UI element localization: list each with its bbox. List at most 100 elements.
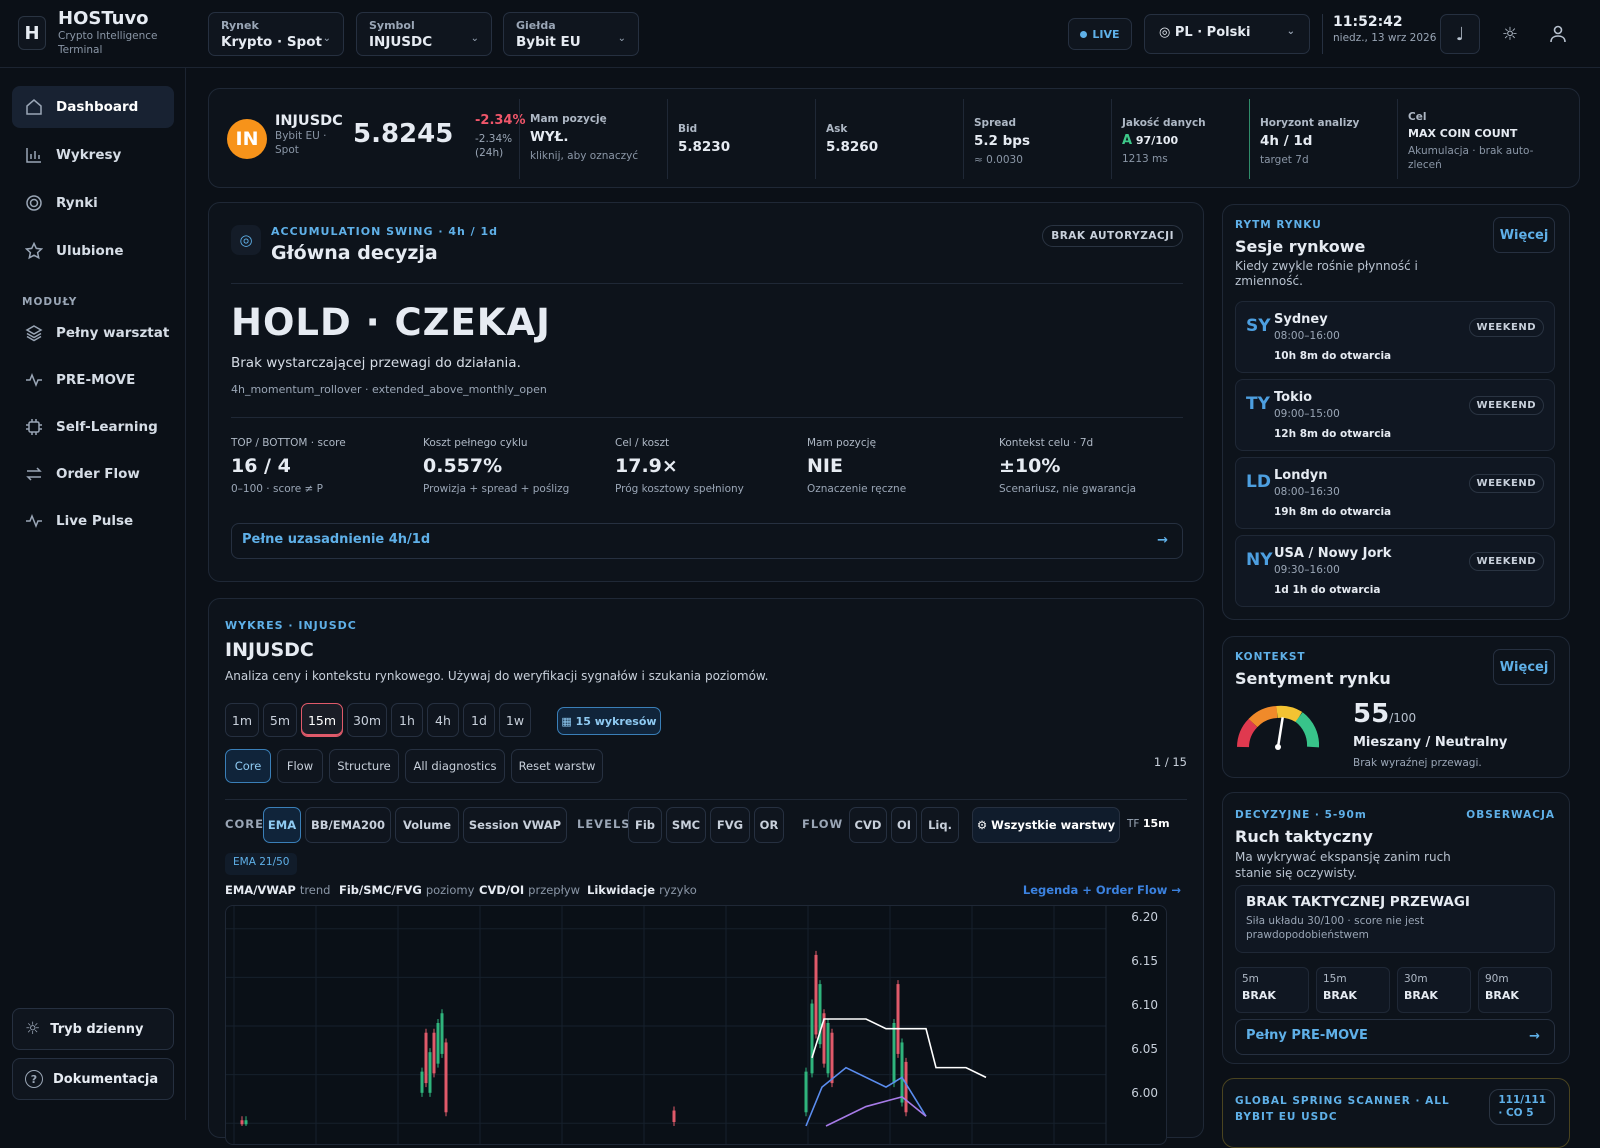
full-pre-move-link[interactable]: Pełny PRE-MOVE → <box>1235 1019 1555 1055</box>
metric-sub: Scenariusz, nie gwarancja <box>999 483 1137 495</box>
sidebar-item-self-learning[interactable]: Self-Learning <box>12 406 174 448</box>
layer-group-levels: LEVELS <box>577 817 631 831</box>
layer-button-liq-[interactable]: Liq. <box>921 807 959 843</box>
layer-button-session-vwap[interactable]: Session VWAP <box>463 807 567 843</box>
tf-button-30m[interactable]: 30m <box>347 703 387 737</box>
tf-button-5m[interactable]: 5m <box>263 703 297 737</box>
language-select[interactable]: ◎ PL · Polski ⌄ <box>1144 14 1310 54</box>
day-mode-button[interactable]: ☼ Tryb dzienny <box>12 1008 174 1050</box>
chart-kicker: WYKRES · INJUSDC <box>225 619 357 632</box>
cell-value: MAX COIN COUNT <box>1408 127 1518 140</box>
cell-sub: ≈ 0.0030 <box>974 154 1023 166</box>
all-layers-button[interactable]: ⚙ Wszystkie warstwy <box>972 807 1120 843</box>
theme-button[interactable]: ☼ <box>1490 14 1530 54</box>
scanner-sub: BYBIT EU USDC <box>1235 1111 1338 1123</box>
tf-label: 5m <box>1242 973 1259 985</box>
charts-count-button[interactable]: ▦ 15 wykresów <box>557 707 661 735</box>
tf-indicator: TF 15m <box>1127 817 1170 830</box>
layer-button-fib[interactable]: Fib <box>628 807 662 843</box>
candle-body <box>428 1052 432 1093</box>
tf-label: 30m <box>1404 973 1428 985</box>
documentation-button[interactable]: ? Dokumentacja <box>12 1058 174 1100</box>
user-icon <box>1550 25 1566 43</box>
preset-button-all-diagnostics[interactable]: All diagnostics <box>405 749 505 783</box>
layer-button-smc[interactable]: SMC <box>666 807 706 843</box>
sidebar-item-live-pulse[interactable]: Live Pulse <box>12 500 174 542</box>
preset-button-core[interactable]: Core <box>225 749 271 783</box>
legend-orderflow-link[interactable]: Legenda + Order Flow → <box>1023 883 1181 897</box>
layer-button-volume[interactable]: Volume <box>395 807 459 843</box>
sidebar-item-dashboard[interactable]: Dashboard <box>12 86 174 128</box>
metric-sub: Oznaczenie ręczne <box>807 483 907 495</box>
sentiment-more-button[interactable]: Więcej <box>1493 649 1555 685</box>
layer-button-or[interactable]: OR <box>754 807 784 843</box>
metric-sub: Prowizja + spread + poślizg <box>423 483 570 495</box>
candle-body <box>804 1071 808 1113</box>
quality-grade: A <box>1122 133 1133 148</box>
tf-button-1m[interactable]: 1m <box>225 703 259 737</box>
market-select[interactable]: Rynek Krypto · Spot ⌄ <box>208 12 344 56</box>
exchange-select[interactable]: Giełda Bybit EU ⌄ <box>503 12 639 56</box>
sidebar-item-ulubione[interactable]: Ulubione <box>12 230 174 272</box>
divider <box>225 799 1187 800</box>
user-button[interactable] <box>1538 14 1578 54</box>
music-note-icon: ♩ <box>1455 23 1465 45</box>
sun-icon: ☼ <box>1501 23 1519 45</box>
preset-button-reset-warstw[interactable]: Reset warstw <box>511 749 603 783</box>
candle-body <box>436 1023 440 1064</box>
y-tick-label: 6.20 <box>1131 910 1158 924</box>
documentation-label: Dokumentacja <box>53 1071 159 1087</box>
symbol-select[interactable]: Symbol INJUSDC ⌄ <box>356 12 492 56</box>
legend-desc: trend <box>299 883 331 897</box>
tf-button-1d[interactable]: 1d <box>463 703 495 737</box>
position-toggle[interactable]: Mam pozycję WYŁ. kliknij, aby oznaczyć <box>519 99 667 179</box>
layer-button-cvd[interactable]: CVD <box>849 807 887 843</box>
sentiment-card: KONTEKST Sentyment rynku Więcej 55/100 M… <box>1222 636 1570 778</box>
tactical-tf-5m: 5m BRAK <box>1235 967 1309 1013</box>
session-opens-in: 12h 8m do otwarcia <box>1274 428 1392 440</box>
tf-button-4h[interactable]: 4h <box>427 703 459 737</box>
tf-button-1w[interactable]: 1w <box>499 703 531 737</box>
sessions-more-button[interactable]: Więcej <box>1493 217 1555 253</box>
sidebar-item-pelny-warsztat[interactable]: Pełny warsztat <box>12 312 174 354</box>
metric-score: TOP / BOTTOM · score 16 / 4 0–100 · score … <box>231 437 411 495</box>
metric-target-cost: Cel / koszt 17.9× Próg kosztowy spełniony <box>615 437 795 495</box>
layer-button-oi[interactable]: OI <box>891 807 917 843</box>
tactical-status-box: BRAK TAKTYCZNEJ PRZEWAGI Siła układu 30/… <box>1235 885 1555 953</box>
layer-button-bb-ema200[interactable]: BB/EMA200 <box>305 807 391 843</box>
sidebar-item-wykresy[interactable]: Wykresy <box>12 134 174 176</box>
sentiment-max: /100 <box>1389 711 1417 725</box>
tf-button-1h[interactable]: 1h <box>391 703 423 737</box>
sound-button[interactable]: ♩ <box>1440 14 1480 54</box>
preset-button-flow[interactable]: Flow <box>277 749 323 783</box>
session-abbr: TY <box>1246 394 1270 414</box>
preset-button-structure[interactable]: Structure <box>329 749 399 783</box>
target-icon: ◎ <box>231 225 261 255</box>
sidebar-item-pre-move[interactable]: PRE-MOVE <box>12 359 174 401</box>
decision-verdict: HOLD · CZEKAJ <box>231 301 551 344</box>
tf-value: 15m <box>1142 817 1170 830</box>
session-new-york: NY USA / Nowy Jork 09:30–16:00 1d 1h do otw… <box>1235 535 1555 607</box>
candle-body <box>830 1032 834 1084</box>
sidebar-item-order-flow[interactable]: Order Flow <box>12 453 174 495</box>
full-rationale-link[interactable]: Pełne uzasadnienie 4h/1d → <box>231 523 1183 559</box>
price-change-period: (24h) <box>475 147 504 159</box>
cell-value: A 97/100 <box>1122 133 1239 148</box>
select-label: Symbol <box>369 19 415 32</box>
tactical-tf-15m: 15m BRAK <box>1316 967 1390 1013</box>
clock-time: 11:52:42 <box>1333 14 1403 30</box>
layer-button-fvg[interactable]: FVG <box>710 807 750 843</box>
bar-chart-icon <box>24 145 44 165</box>
metric-context: Kontekst celu · 7d ±10% Scenariusz, nie gw… <box>999 437 1179 495</box>
sidebar-item-rynki[interactable]: Rynki <box>12 182 174 224</box>
live-badge[interactable]: LIVE <box>1068 18 1132 50</box>
scanner-count: 111/111 <box>1498 1094 1546 1106</box>
layer-button-ema[interactable]: EMA <box>263 807 301 843</box>
tactical-box-title: BRAK TAKTYCZNEJ PRZEWAGI <box>1246 894 1470 910</box>
price-chart[interactable]: 6.20 6.15 6.10 6.05 6.00 <box>225 905 1167 1145</box>
candle-body <box>244 1120 248 1125</box>
tf-button-15m[interactable]: 15m <box>301 703 343 737</box>
ask-cell: Ask 5.8260 <box>815 99 963 179</box>
decision-kicker: ACCUMULATION SWING · 4h / 1d <box>271 225 499 238</box>
select-value: Krypto · Spot <box>221 34 322 50</box>
